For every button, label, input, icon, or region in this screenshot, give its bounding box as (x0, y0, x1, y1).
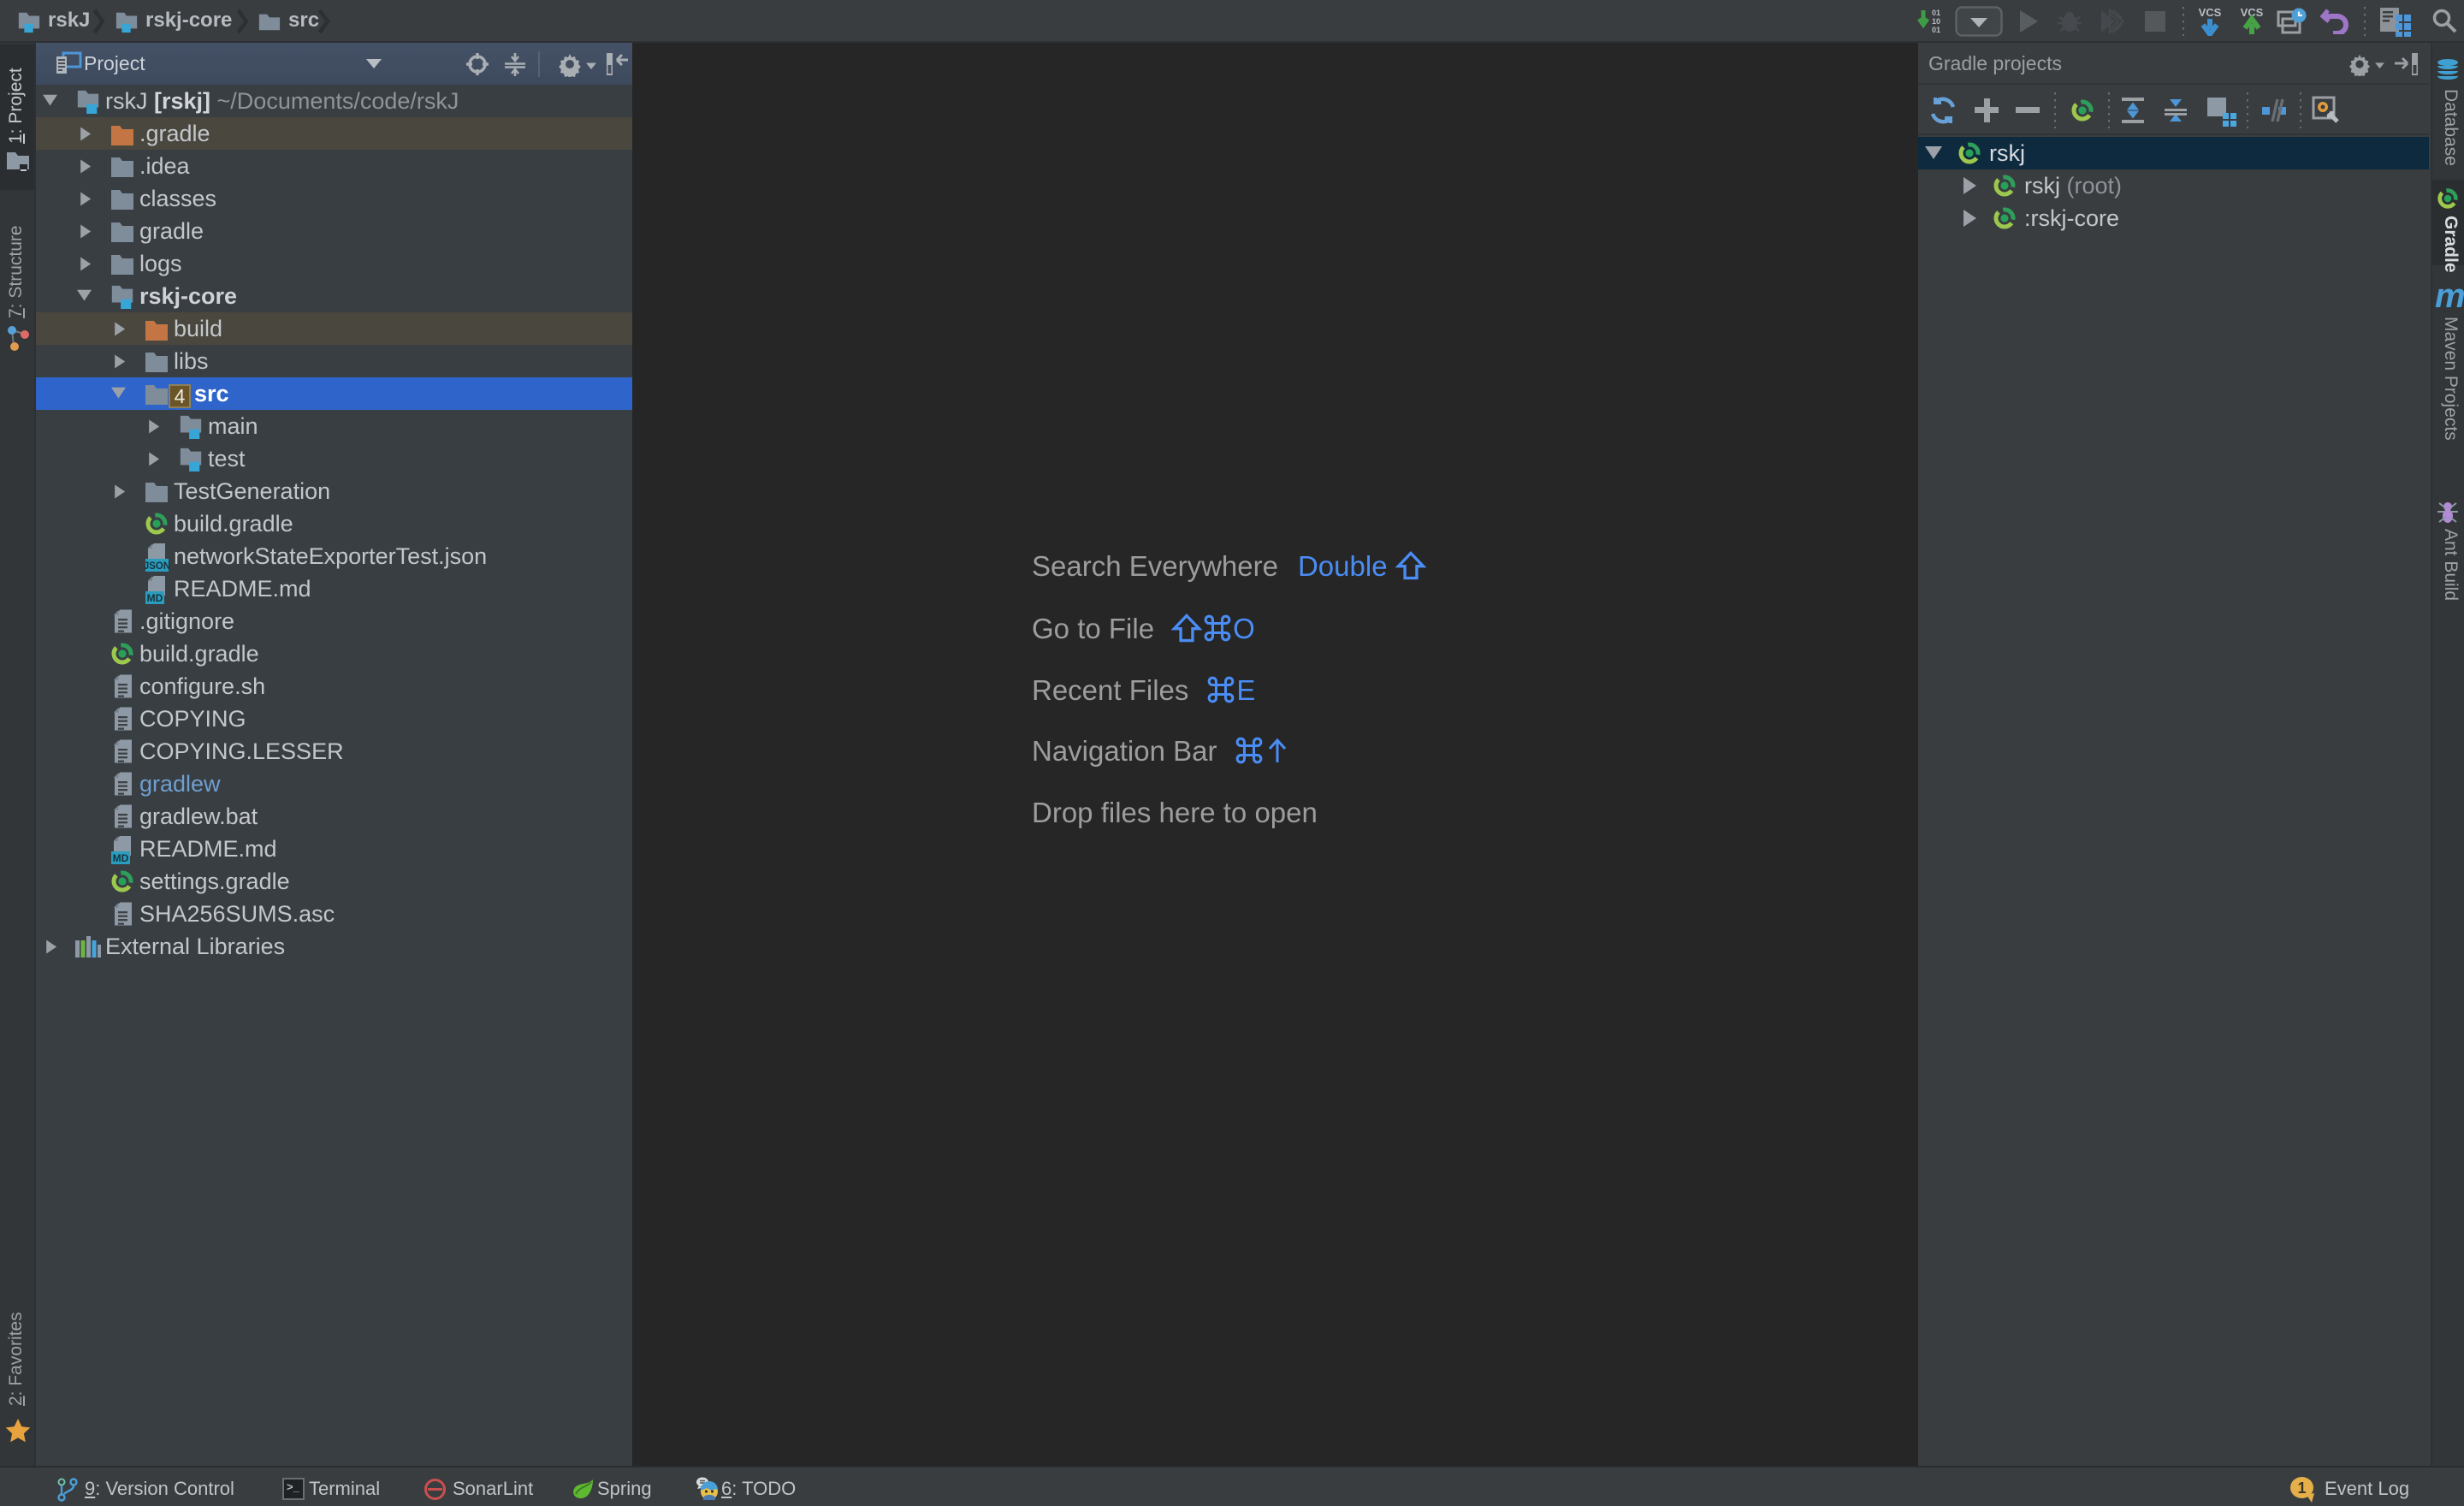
svg-text:10: 10 (1932, 17, 1940, 26)
svg-text:01: 01 (1932, 9, 1940, 17)
svg-text:01: 01 (1932, 26, 1940, 34)
svg-text:1: 1 (2297, 1479, 2306, 1497)
svg-text:VCS: VCS (2199, 6, 2222, 19)
